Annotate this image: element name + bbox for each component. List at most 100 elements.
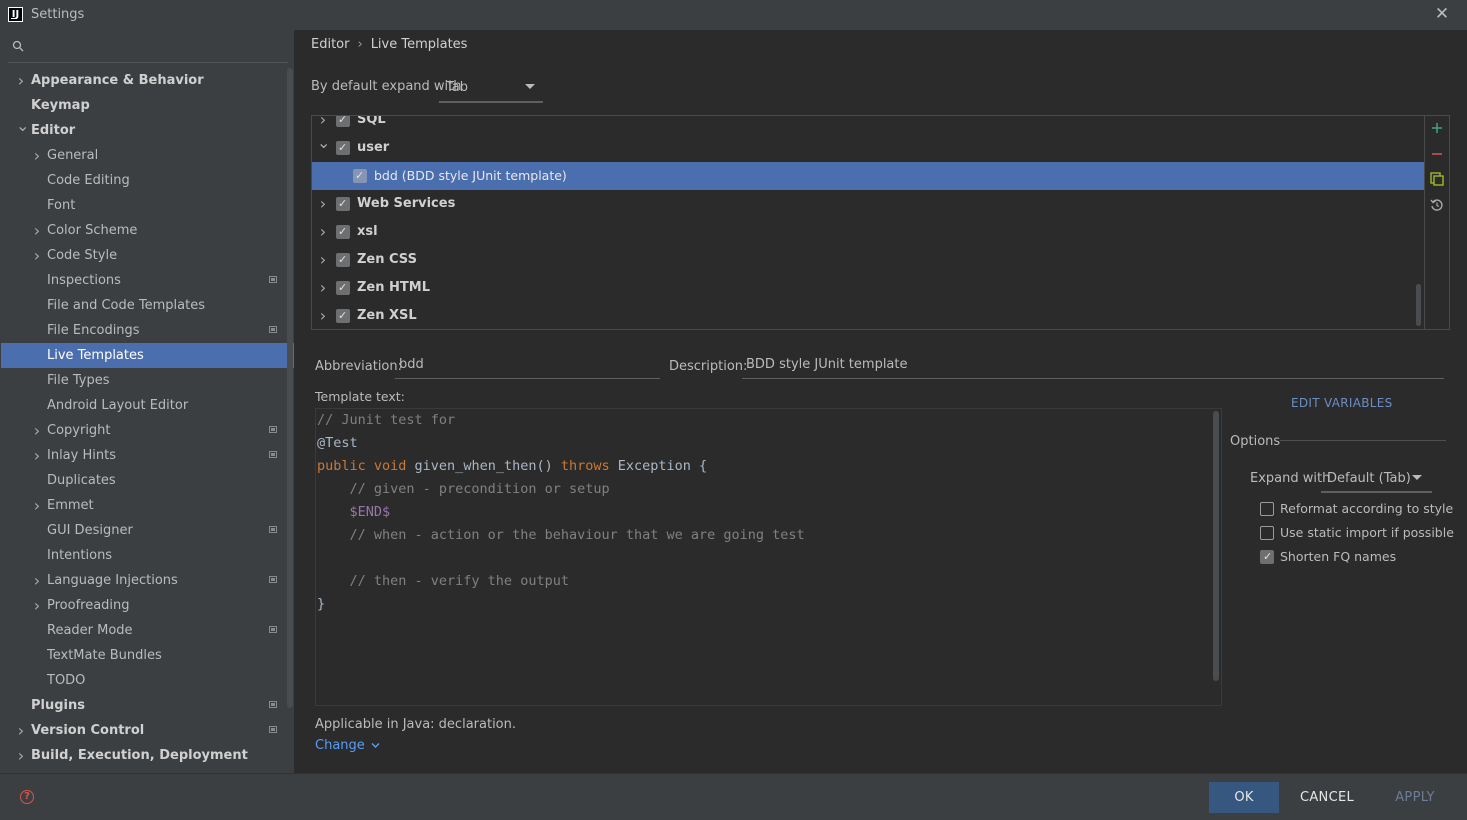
sidebar-item-gui-designer[interactable]: GUI Designer [1, 518, 294, 543]
chevron-right-icon[interactable]: › [32, 143, 42, 168]
plus-icon[interactable] [1428, 120, 1446, 138]
sidebar-item-todo[interactable]: TODO [1, 668, 294, 693]
sidebar-item-emmet[interactable]: › Emmet [1, 493, 294, 518]
option-checkbox[interactable]: ✓ [1260, 550, 1274, 564]
code-line: // when - action or the behaviour that w… [317, 524, 805, 547]
template-checkbox[interactable]: ✓ [336, 309, 350, 323]
chevron-right-icon[interactable]: › [16, 68, 26, 93]
sidebar-item-general[interactable]: › General [1, 143, 294, 168]
option-label[interactable]: Shorten FQ names [1280, 549, 1396, 564]
template-row[interactable]: ✓ bdd (BDD style JUnit template) [312, 162, 1424, 190]
chevron-right-icon[interactable]: › [32, 218, 42, 243]
sidebar-item-android-layout-editor[interactable]: Android Layout Editor [1, 393, 294, 418]
chevron-right-icon[interactable]: › [317, 274, 329, 302]
template-checkbox[interactable]: ✓ [336, 281, 350, 295]
chevron-right-icon[interactable]: › [16, 743, 26, 768]
template-group-row[interactable]: › ✓ xsl [312, 218, 1424, 246]
option-label[interactable]: Use static import if possible [1280, 525, 1454, 540]
chevron-right-icon[interactable]: › [32, 493, 42, 518]
abbreviation-field[interactable]: bdd [395, 353, 660, 379]
template-text-editor[interactable]: // Junit test for @Test public void given_… [315, 408, 1222, 706]
checkmark-icon: ✓ [338, 197, 348, 210]
sidebar-item-file-encodings[interactable]: File Encodings [1, 318, 294, 343]
chevron-right-icon[interactable]: › [32, 243, 42, 268]
sidebar-item-inspections[interactable]: Inspections [1, 268, 294, 293]
option-checkbox[interactable] [1260, 502, 1274, 516]
code-line: public void given_when_then() throws Exc… [317, 455, 707, 478]
sidebar-item-label: Android Layout Editor [47, 398, 189, 413]
template-group-row[interactable]: ⌄ ✓ user [312, 133, 1424, 162]
template-checkbox[interactable]: ✓ [336, 197, 350, 211]
sidebar-item-appearance-behavior[interactable]: › Appearance & Behavior [1, 68, 294, 93]
chevron-right-icon[interactable]: › [32, 443, 42, 468]
ok-button[interactable]: OK [1209, 782, 1279, 813]
chevron-right-icon[interactable]: › [317, 218, 329, 246]
sidebar-item-label: File and Code Templates [47, 298, 205, 313]
description-field[interactable]: BDD style JUnit template [742, 353, 1444, 379]
sidebar-item-color-scheme[interactable]: › Color Scheme [1, 218, 294, 243]
expand-with-value: Default (Tab) [1327, 471, 1411, 486]
sidebar-item-font[interactable]: Font [1, 193, 294, 218]
expand-with-select[interactable]: Default (Tab) [1321, 465, 1432, 493]
chevron-down-icon[interactable]: ⌄ [317, 129, 330, 157]
template-group-row[interactable]: › ✓ Zen CSS [312, 246, 1424, 274]
minus-icon[interactable] [1428, 146, 1446, 164]
change-context-link[interactable]: Change [315, 738, 380, 753]
edit-variables-button[interactable]: EDIT VARIABLES [1291, 396, 1393, 410]
sidebar-item-inlay-hints[interactable]: › Inlay Hints [1, 443, 294, 468]
apply-button[interactable]: APPLY [1380, 782, 1450, 813]
sidebar-item-code-editing[interactable]: Code Editing [1, 168, 294, 193]
sidebar-scrollbar[interactable] [287, 68, 293, 708]
chevron-right-icon[interactable]: › [32, 568, 42, 593]
sidebar-item-editor[interactable]: ⌄ Editor [1, 116, 294, 143]
template-label: xsl [357, 224, 378, 239]
sidebar-item-language-injections[interactable]: › Language Injections [1, 568, 294, 593]
description-label: Description: [669, 359, 748, 374]
sidebar-item-version-control[interactable]: › Version Control [1, 718, 294, 743]
cancel-button[interactable]: CANCEL [1292, 782, 1362, 813]
template-checkbox[interactable]: ✓ [336, 253, 350, 267]
template-group-row[interactable]: › ✓ SQL [312, 115, 1424, 134]
code-line: // given - precondition or setup [317, 478, 610, 501]
template-checkbox[interactable]: ✓ [336, 115, 350, 127]
chevron-right-icon[interactable]: › [317, 246, 329, 274]
template-checkbox[interactable]: ✓ [336, 225, 350, 239]
sidebar-item-code-style[interactable]: › Code Style [1, 243, 294, 268]
chevron-right-icon[interactable]: › [32, 593, 42, 618]
chevron-right-icon[interactable]: › [317, 190, 329, 218]
option-label[interactable]: Reformat according to style [1280, 501, 1453, 516]
chevron-right-icon[interactable]: › [32, 418, 42, 443]
template-group-row[interactable]: › ✓ Zen XSL [312, 302, 1424, 329]
sidebar-item-proofreading[interactable]: › Proofreading [1, 593, 294, 618]
checkmark-icon: ✓ [338, 115, 348, 126]
template-checkbox[interactable]: ✓ [353, 169, 367, 183]
close-icon[interactable]: ✕ [1433, 4, 1451, 24]
sidebar-item-live-templates[interactable]: Live Templates [1, 343, 294, 368]
sidebar-item-file-and-code-templates[interactable]: File and Code Templates [1, 293, 294, 318]
sidebar-item-copyright[interactable]: › Copyright [1, 418, 294, 443]
sidebar-item-reader-mode[interactable]: Reader Mode [1, 618, 294, 643]
sidebar-item-duplicates[interactable]: Duplicates [1, 468, 294, 493]
option-checkbox[interactable] [1260, 526, 1274, 540]
template-group-row[interactable]: › ✓ Web Services [312, 190, 1424, 218]
template-group-row[interactable]: › ✓ Zen HTML [312, 274, 1424, 302]
default-expand-select[interactable]: Tab [439, 76, 543, 103]
sidebar-item-file-types[interactable]: File Types [1, 368, 294, 393]
chevron-right-icon[interactable]: › [317, 302, 329, 329]
sidebar-item-plugins[interactable]: Plugins [1, 693, 294, 718]
sidebar-item-build-execution-deployment[interactable]: › Build, Execution, Deployment [1, 743, 294, 768]
sidebar-item-keymap[interactable]: Keymap [1, 93, 294, 118]
help-icon[interactable]: ? [20, 790, 34, 804]
chevron-right-icon[interactable]: › [16, 718, 26, 743]
breadcrumb-parent[interactable]: Editor [311, 37, 349, 52]
chevron-down-icon[interactable]: ⌄ [16, 113, 29, 138]
editor-scrollbar[interactable] [1213, 411, 1219, 681]
template-checkbox[interactable]: ✓ [336, 141, 350, 155]
search-input[interactable] [8, 32, 288, 63]
restore-icon[interactable] [1428, 198, 1446, 216]
copy-icon[interactable] [1428, 172, 1446, 190]
template-tree-scrollbar[interactable] [1416, 284, 1421, 326]
sidebar-item-intentions[interactable]: Intentions [1, 543, 294, 568]
search-icon [12, 40, 24, 52]
sidebar-item-textmate-bundles[interactable]: TextMate Bundles [1, 643, 294, 668]
